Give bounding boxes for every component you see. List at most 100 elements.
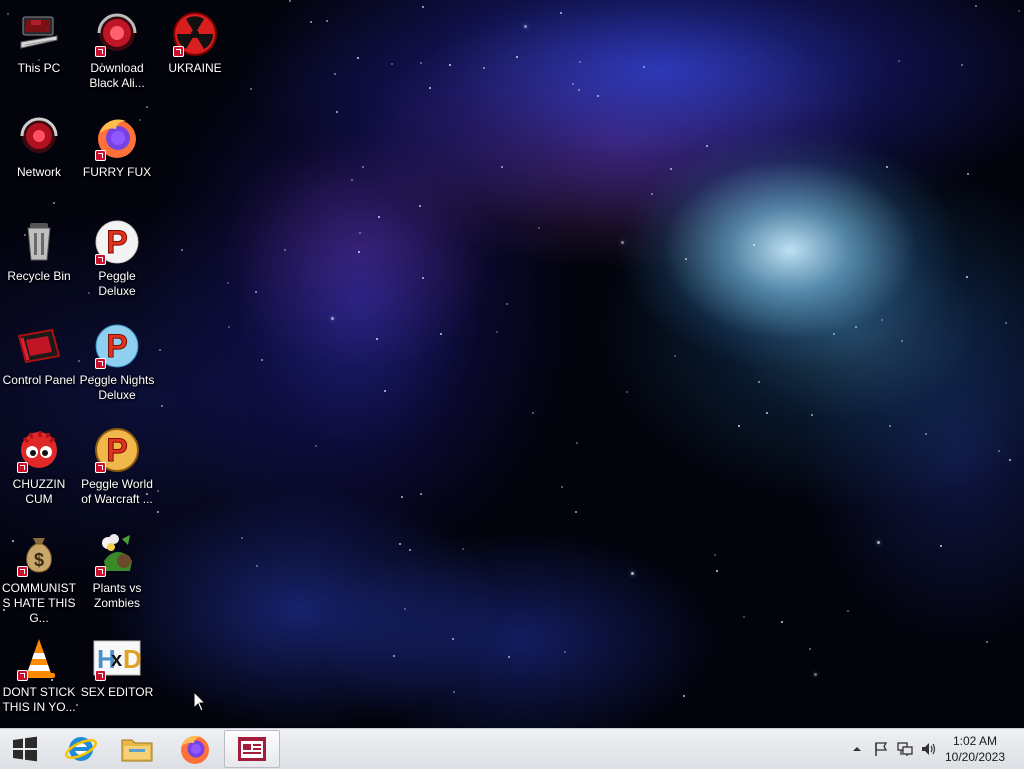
- wallpaper-star: [683, 695, 685, 697]
- wallpaper-star: [409, 549, 411, 551]
- wallpaper-star: [157, 490, 159, 492]
- desktop-icon-network[interactable]: Network: [0, 114, 78, 180]
- desktop-icon-label: Recycle Bin: [7, 269, 71, 283]
- wallpaper-star: [753, 244, 755, 246]
- desktop-icon-sex-editor[interactable]: H x D SEX EDITOR: [78, 634, 156, 700]
- show-hidden-icons-button[interactable]: [848, 740, 866, 758]
- desktop-icon-download-black-ali[interactable]: Download Black Ali...: [78, 10, 156, 91]
- wallpaper-star: [560, 12, 562, 14]
- desktop-icon-peggle-deluxe[interactable]: P Peggle Deluxe: [78, 218, 156, 299]
- volume-button[interactable]: [920, 740, 938, 758]
- desktop-icon-this-pc[interactable]: This PC: [0, 10, 78, 76]
- wallpaper-star: [326, 20, 328, 22]
- taskbar-clock[interactable]: 1:02 AM 10/20/2023: [938, 733, 1012, 765]
- svg-text:P: P: [106, 224, 127, 260]
- wallpaper-star: [961, 64, 963, 66]
- wallpaper-star: [161, 405, 163, 407]
- desktop-icon-label: Control Panel: [2, 373, 76, 387]
- alien-ware-icon: [93, 10, 141, 58]
- wallpaper-star: [453, 691, 455, 693]
- wallpaper-star: [532, 412, 534, 414]
- active-window-icon: [238, 737, 266, 761]
- network-icon: [897, 742, 913, 756]
- wallpaper-star: [855, 326, 857, 328]
- wallpaper-star: [362, 166, 364, 168]
- desktop-icon-label: Plants vs Zombies: [92, 581, 142, 610]
- desktop-icon-plants-vs-zombies[interactable]: Plants vs Zombies: [78, 530, 156, 611]
- wallpaper-star: [889, 425, 891, 427]
- wallpaper-star: [420, 493, 422, 495]
- wallpaper-star: [289, 0, 291, 2]
- peggle-nights-icon: P: [93, 322, 141, 370]
- taskbar-internet-explorer[interactable]: [54, 730, 108, 768]
- wallpaper-star: [393, 655, 395, 657]
- wallpaper-star: [399, 543, 401, 545]
- desktop-icon-ukraine[interactable]: UKRAINE: [156, 10, 234, 76]
- taskbar-firefox[interactable]: [168, 730, 222, 768]
- wallpaper-star: [940, 545, 942, 547]
- wallpaper-star: [877, 541, 880, 544]
- wallpaper-star: [336, 111, 338, 113]
- wallpaper-star: [261, 359, 263, 361]
- desktop-icon-peggle-world-of-warcraft[interactable]: P Peggle World of Warcraft ...: [78, 426, 156, 507]
- desktop-icon-communists[interactable]: $ COMMUNISTS HATE THIS G...: [0, 530, 78, 626]
- wallpaper-star: [576, 442, 578, 444]
- wallpaper-star: [404, 608, 406, 610]
- desktop-icon-control-panel[interactable]: Control Panel: [0, 322, 78, 388]
- wallpaper-star: [809, 648, 811, 650]
- start-button[interactable]: [0, 730, 50, 768]
- svg-text:$: $: [34, 550, 44, 570]
- wallpaper-star: [401, 496, 403, 498]
- action-center-flag-icon: [875, 742, 888, 756]
- desktop-icon-label: UKRAINE: [168, 61, 222, 75]
- wallpaper-star: [462, 548, 464, 550]
- desktop-icon-dont-stick[interactable]: DONT STICK THIS IN YO...: [0, 634, 78, 715]
- wallpaper-star: [706, 145, 708, 147]
- recycle-bin-icon: [15, 218, 63, 266]
- chuzzle-icon: [15, 426, 63, 474]
- wallpaper-star: [516, 56, 518, 58]
- wallpaper-star: [524, 25, 527, 28]
- shortcut-arrow-icon: [17, 462, 28, 473]
- wallpaper-star: [670, 168, 672, 170]
- hxd-editor-icon: H x D: [93, 634, 141, 682]
- action-center-button[interactable]: [872, 740, 890, 758]
- desktop-icon-label: FURRY FUX: [82, 165, 152, 179]
- desktop-icon-peggle-nights-deluxe[interactable]: P Peggle Nights Deluxe: [78, 322, 156, 403]
- desktop-icon-furry-fux[interactable]: FURRY FUX: [78, 114, 156, 180]
- wallpaper-star: [241, 537, 243, 539]
- wallpaper-star: [781, 621, 783, 623]
- wallpaper-star: [626, 391, 628, 393]
- desktop-icon-label: This PC: [17, 61, 61, 75]
- wallpaper-star: [631, 572, 634, 575]
- wallpaper-star: [967, 173, 969, 175]
- wallpaper-star: [738, 425, 740, 427]
- wallpaper-star: [359, 232, 361, 234]
- peggle-wow-icon: P: [93, 426, 141, 474]
- taskbar-active-window[interactable]: [224, 730, 280, 768]
- wallpaper-star: [310, 21, 312, 23]
- shortcut-arrow-icon: [95, 46, 106, 57]
- wallpaper-star: [1005, 322, 1007, 324]
- wallpaper-star: [1009, 459, 1011, 461]
- wallpaper-star: [420, 62, 422, 64]
- wallpaper-star: [449, 64, 451, 66]
- desktop-icon-chuzzin[interactable]: CHUZZIN CUM: [0, 426, 78, 507]
- wallpaper-star: [975, 5, 977, 7]
- wallpaper-star: [766, 412, 768, 414]
- wallpaper-star: [966, 276, 968, 278]
- wallpaper-star: [422, 6, 424, 8]
- wallpaper-star: [376, 338, 378, 340]
- wallpaper-star: [384, 390, 386, 392]
- network-status-button[interactable]: [896, 740, 914, 758]
- wallpaper-star: [579, 61, 581, 63]
- wallpaper-star: [743, 616, 745, 618]
- shortcut-arrow-icon: [95, 670, 106, 681]
- wallpaper-star: [572, 83, 574, 85]
- taskbar-file-explorer[interactable]: [110, 730, 164, 768]
- internet-explorer-icon: [65, 737, 97, 761]
- plants-vs-zombies-icon: [93, 530, 141, 578]
- desktop-icon-recycle-bin[interactable]: Recycle Bin: [0, 218, 78, 284]
- wallpaper-star: [998, 450, 1000, 452]
- shortcut-arrow-icon: [17, 566, 28, 577]
